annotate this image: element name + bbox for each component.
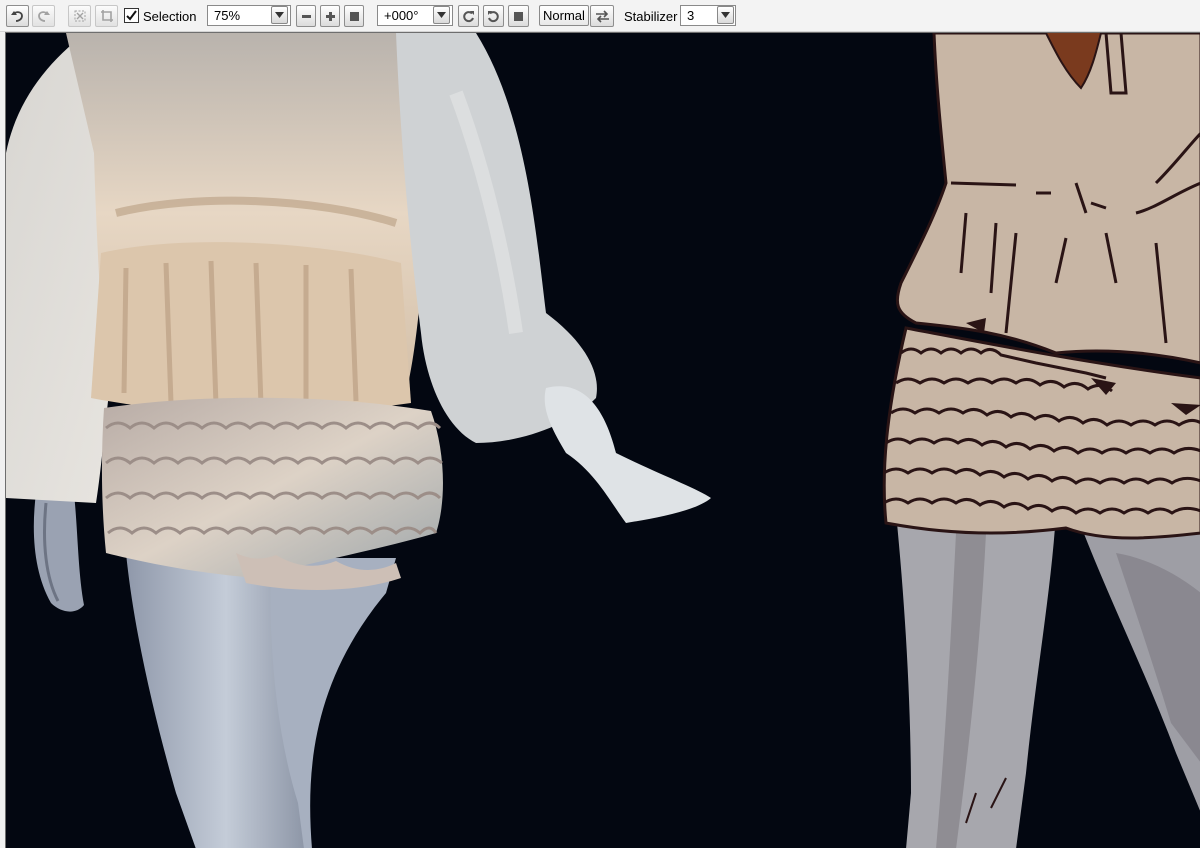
checkmark-icon: [126, 10, 137, 21]
view-mode-button[interactable]: Normal: [539, 5, 589, 26]
painting-canvas[interactable]: [5, 32, 1200, 848]
zoom-reset-button[interactable]: [344, 5, 364, 27]
stabilizer-value: 3: [687, 8, 695, 23]
selection-checkbox[interactable]: [124, 8, 139, 23]
zoom-dropdown-button[interactable]: [271, 6, 288, 24]
chevron-down-icon: [275, 12, 284, 18]
deselect-button[interactable]: [68, 5, 91, 27]
stabilizer-label: Stabilizer: [624, 9, 678, 24]
flip-horizontal-button[interactable]: [590, 5, 614, 27]
square-icon: [514, 11, 523, 21]
minus-icon: [301, 14, 311, 18]
chevron-down-icon: [437, 12, 446, 18]
deselect-icon: [74, 10, 85, 22]
undo-icon: [11, 11, 23, 22]
zoom-in-button[interactable]: [320, 5, 340, 27]
rotation-value: +000°: [384, 8, 419, 23]
left-figure: [6, 33, 711, 848]
right-figure: [882, 33, 1200, 848]
toolbar: Selection 75% +000° Normal Stabilizer 3: [0, 0, 1200, 32]
view-mode-label: Normal: [543, 8, 585, 23]
undo-button[interactable]: [6, 5, 29, 27]
rotation-dropdown-button[interactable]: [433, 6, 450, 24]
square-icon: [349, 11, 359, 21]
rotate-right-button[interactable]: [483, 5, 504, 27]
chevron-down-icon: [721, 12, 730, 18]
selection-label: Selection: [143, 9, 197, 24]
rotate-left-button[interactable]: [458, 5, 479, 27]
zoom-out-button[interactable]: [296, 5, 316, 27]
painting-artwork: [6, 33, 1200, 848]
rotate-left-icon: [463, 10, 474, 22]
rotate-right-icon: [488, 10, 499, 22]
stabilizer-dropdown-button[interactable]: [717, 6, 734, 24]
rotate-reset-button[interactable]: [508, 5, 529, 27]
crop-button[interactable]: [95, 5, 118, 27]
redo-icon: [38, 11, 50, 22]
zoom-value: 75%: [214, 8, 241, 23]
redo-button[interactable]: [32, 5, 55, 27]
flip-horizontal-icon: [595, 9, 609, 23]
plus-icon: [325, 11, 335, 21]
crop-icon: [100, 10, 113, 22]
